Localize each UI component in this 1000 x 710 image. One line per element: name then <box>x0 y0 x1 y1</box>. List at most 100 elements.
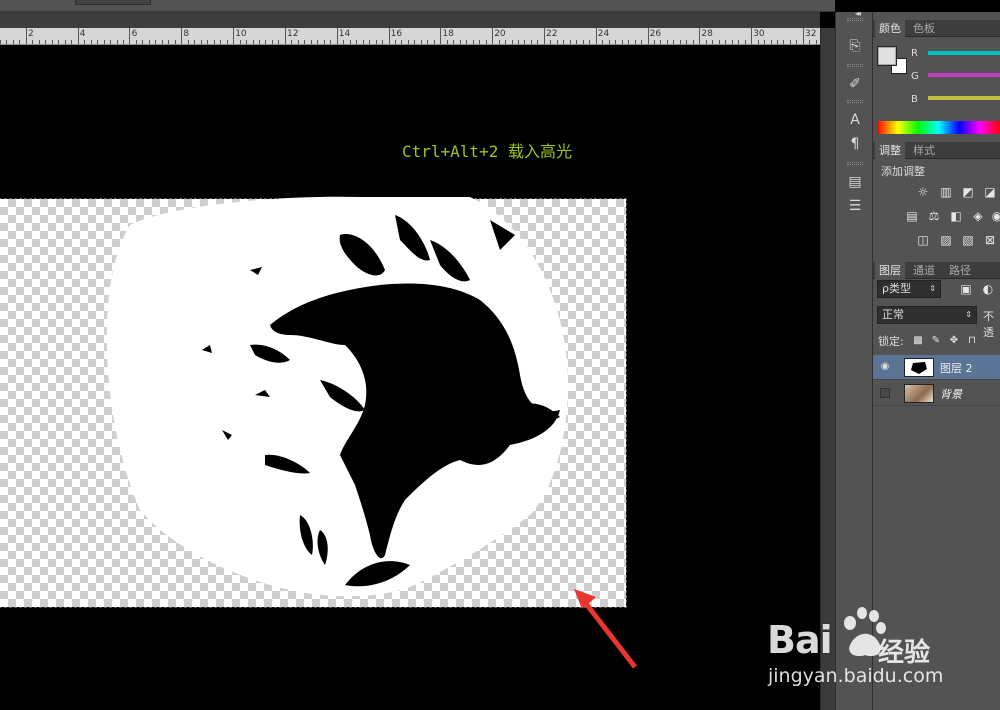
channel-label-r: R <box>911 48 918 59</box>
curves-icon[interactable]: ◩ <box>961 186 975 199</box>
canvas-scrollbar[interactable] <box>820 28 835 710</box>
ruler-tick <box>531 40 532 44</box>
layer-comps-icon[interactable]: ▤ <box>844 172 866 192</box>
photo-filter-icon[interactable]: ◉ <box>990 210 1000 223</box>
blend-mode-select[interactable]: 正常 ⇕ <box>877 306 977 324</box>
right-panels: 颜色 色板 R G B 调整 样式 添加调整 ☼ ▥ ◩ ◪ ▤ ⚖ ◧ ◈ ◉… <box>873 12 1000 710</box>
ruler-tick <box>110 40 111 44</box>
tab-paths[interactable]: 路径 <box>945 262 975 279</box>
ruler-tick <box>434 40 435 44</box>
ruler-tick <box>408 40 409 44</box>
ruler-label: 6 <box>131 29 138 39</box>
brush-preset-icon[interactable]: ✐ <box>844 74 866 94</box>
ruler-tick <box>641 40 642 44</box>
horizontal-ruler[interactable]: 2 4 6 8 10 12 14 16 18 20 22 24 26 28 30 32 <box>0 28 820 45</box>
layer-row[interactable]: ◉ 图层 2 <box>873 355 1000 380</box>
ruler-tick <box>253 40 254 44</box>
ruler-tick <box>233 28 234 44</box>
ruler-tick <box>104 40 105 44</box>
black-white-icon[interactable]: ◈ <box>971 210 985 223</box>
filter-pixel-icon[interactable]: ▣ <box>959 283 973 296</box>
ruler-tick <box>660 40 661 44</box>
layer-row[interactable]: 背景 <box>873 381 1000 406</box>
ruler-tick <box>712 40 713 44</box>
threshold-icon[interactable]: ▧ <box>961 234 975 247</box>
ruler-tick <box>26 28 27 44</box>
ruler-tick <box>512 40 513 44</box>
ruler-label: 10 <box>235 29 247 39</box>
paragraph-icon[interactable]: ¶ <box>844 134 866 154</box>
gradient-map-icon[interactable]: ⊠ <box>983 234 997 247</box>
color-balance-icon[interactable]: ◧ <box>949 210 963 223</box>
ruler-tick <box>771 40 772 44</box>
ruler-tick <box>414 40 415 44</box>
ruler-tick <box>376 40 377 44</box>
layer-name[interactable]: 图层 2 <box>940 360 973 376</box>
invert-icon[interactable]: ◫ <box>916 234 930 247</box>
ruler-tick <box>596 28 597 44</box>
lock-paint-icon[interactable]: ✎ <box>929 334 943 347</box>
ruler-tick <box>466 40 467 44</box>
hue-saturation-icon[interactable]: ⚖ <box>927 210 941 223</box>
slider-r[interactable] <box>928 51 1000 55</box>
visibility-toggle[interactable] <box>880 388 890 398</box>
lock-all-icon[interactable]: ⊓ <box>965 334 979 347</box>
ruler-tick <box>311 40 312 44</box>
options-bar-button[interactable] <box>75 0 151 5</box>
foreground-color-swatch[interactable] <box>877 46 897 66</box>
tab-swatches[interactable]: 色板 <box>909 20 939 37</box>
ruler-tick <box>479 40 480 44</box>
ruler-tick <box>732 40 733 44</box>
ruler-tick <box>175 40 176 44</box>
posterize-icon[interactable]: ▨ <box>939 234 953 247</box>
ruler-tick <box>699 28 700 44</box>
ruler-tick <box>460 40 461 44</box>
history-icon[interactable]: ⎘ <box>844 36 866 56</box>
ruler-tick <box>589 40 590 44</box>
slider-b[interactable] <box>928 96 1000 100</box>
filter-adjust-icon[interactable]: ◐ <box>981 283 995 296</box>
ruler-tick <box>330 40 331 44</box>
dock-grip[interactable] <box>847 100 863 103</box>
ruler-tick <box>214 40 215 44</box>
ruler-tick <box>745 40 746 44</box>
dock-grip[interactable] <box>847 162 863 165</box>
ruler-tick <box>142 40 143 44</box>
lock-transparent-icon[interactable]: ▩ <box>911 334 925 347</box>
vibrance-icon[interactable]: ▤ <box>905 210 919 223</box>
ruler-label: 26 <box>649 29 662 39</box>
tab-channels[interactable]: 通道 <box>909 262 939 279</box>
tab-adjustments[interactable]: 调整 <box>875 142 905 159</box>
ruler-tick <box>84 40 85 44</box>
layer-filter-select[interactable]: ρ类型 ⇕ <box>877 280 941 298</box>
character-icon[interactable]: A <box>844 110 866 130</box>
ruler-tick <box>583 40 584 44</box>
dock-grip[interactable] <box>847 64 863 67</box>
levels-icon[interactable]: ▥ <box>939 186 953 199</box>
ruler-tick <box>58 40 59 44</box>
document-canvas[interactable]: Ctrl+Alt+2 载入高光 <box>0 45 820 710</box>
ruler-tick <box>492 28 493 44</box>
color-spectrum-bar[interactable] <box>877 121 1000 134</box>
ruler-tick <box>201 40 202 44</box>
slider-g[interactable] <box>928 73 1000 77</box>
photoshop-window: 2 4 6 8 10 12 14 16 18 20 22 24 26 28 30 32 Ctrl+Alt+2 … <box>0 0 1000 710</box>
ruler-label: 24 <box>597 29 610 39</box>
collapse-panels-icon[interactable]: ◂◂ <box>855 9 861 18</box>
brightness-icon[interactable]: ☼ <box>916 186 930 199</box>
ruler-tick <box>91 40 92 44</box>
notes-icon[interactable]: ☰ <box>844 196 866 216</box>
ruler-tick <box>356 40 357 44</box>
document-tab-area <box>0 12 820 28</box>
exposure-icon[interactable]: ◪ <box>983 186 997 199</box>
tab-layers[interactable]: 图层 <box>875 262 905 279</box>
layer-name[interactable]: 背景 <box>940 386 962 402</box>
ruler-tick <box>123 40 124 44</box>
tab-styles[interactable]: 样式 <box>909 142 939 159</box>
tab-color[interactable]: 颜色 <box>875 20 905 37</box>
highlight-selection-art <box>106 196 637 669</box>
visibility-eye-icon[interactable]: ◉ <box>879 361 891 373</box>
dock-grip[interactable] <box>847 18 863 21</box>
lock-move-icon[interactable]: ✥ <box>947 334 961 347</box>
ruler-label: 2 <box>28 29 34 39</box>
